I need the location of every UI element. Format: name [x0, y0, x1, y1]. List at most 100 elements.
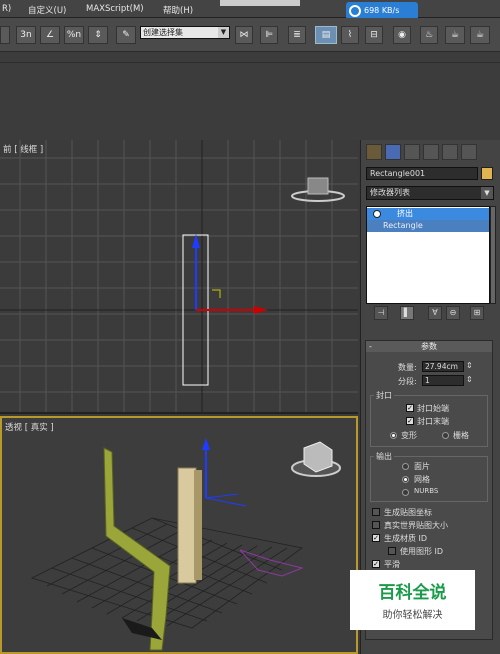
modifier-stack: 挤出 Rectangle: [366, 206, 490, 304]
stack-item-extrude[interactable]: 挤出: [367, 208, 489, 220]
grid-radio[interactable]: [442, 432, 449, 439]
segments-spinner-arrows[interactable]: ⇕: [466, 375, 473, 384]
spinner-snap-button[interactable]: ⇕: [88, 26, 108, 44]
extruded-rectangle-side: [194, 470, 202, 580]
collapse-icon: -: [369, 342, 372, 351]
use-shape-ids-label: 使用图形 ID: [400, 547, 444, 556]
align-icon: ⊫: [265, 30, 273, 40]
named-selection-set-dropdown[interactable]: 创建选择集 ▼: [140, 26, 230, 39]
real-world-map-checkbox[interactable]: [372, 521, 380, 529]
persp-gizmo-x[interactable]: [205, 493, 239, 499]
menu-item-maxscript[interactable]: MAXScript(M): [86, 4, 144, 14]
display-tab-icon[interactable]: [442, 144, 458, 160]
menu-item-help[interactable]: 帮助(H): [163, 4, 193, 16]
stack-item-extrude-label: 挤出: [397, 209, 413, 218]
curve-editor-button[interactable]: ⌇: [341, 26, 359, 44]
viewport-front[interactable]: 前 [ 线框 ]: [0, 140, 358, 414]
configure-modifier-sets-button[interactable]: ⊞: [470, 306, 484, 320]
extruded-rectangle-object[interactable]: [177, 467, 197, 584]
viewcube-front[interactable]: [291, 177, 345, 202]
quick-render-button[interactable]: ☕: [470, 26, 490, 44]
cap-end-checkbox[interactable]: ✓: [406, 417, 414, 425]
menu-item-customize[interactable]: 自定义(U): [28, 4, 66, 16]
stack-item-rectangle-label: Rectangle: [383, 221, 423, 230]
lightbulb-icon[interactable]: [373, 210, 381, 218]
modifier-list-label: 修改器列表: [370, 188, 410, 197]
schematic-view-button[interactable]: ⊟: [365, 26, 383, 44]
gizmo-x-arrow[interactable]: [254, 306, 268, 314]
amount-label: 数量:: [398, 363, 417, 372]
pencil-icon: ✎: [122, 30, 130, 40]
amount-spinner-arrows[interactable]: ⇕: [466, 361, 473, 370]
stack-button-row: ⊣ ▌ ∀ ⊖ ⊞: [366, 306, 496, 322]
pin-stack-button[interactable]: ⊣: [374, 306, 388, 320]
object-color-swatch[interactable]: [481, 167, 493, 180]
select-tool-button[interactable]: [0, 26, 10, 44]
segments-spinner[interactable]: 1: [422, 375, 464, 386]
stack-scrollbar[interactable]: [490, 206, 496, 304]
mirror-button[interactable]: ⋈: [235, 26, 253, 44]
output-patch-radio[interactable]: [402, 463, 409, 470]
output-nurbs-radio[interactable]: [402, 489, 409, 496]
material-sphere-icon: ◉: [398, 30, 406, 40]
persp-gizmo-z-arrow[interactable]: [202, 438, 210, 450]
modify-tab-icon[interactable]: [385, 144, 401, 160]
render-frame-button[interactable]: ☕: [445, 26, 465, 44]
edit-named-selection-button[interactable]: ✎: [116, 26, 136, 44]
hierarchy-tab-icon[interactable]: [404, 144, 420, 160]
output-patch-label: 面片: [414, 462, 430, 471]
viewport-perspective[interactable]: 透视 [ 真实 ]: [0, 416, 358, 654]
perspective-viewport-canvas: [30, 438, 341, 651]
modifier-list-dropdown[interactable]: 修改器列表 ▼: [366, 186, 494, 200]
front-viewport-canvas: [0, 140, 358, 412]
angle-snap-button[interactable]: ∠: [40, 26, 60, 44]
motion-tab-icon[interactable]: [423, 144, 439, 160]
segments-label: 分段:: [398, 377, 417, 386]
object-name-field[interactable]: Rectangle001: [366, 167, 478, 180]
menu-bar: R) 自定义(U) MAXScript(M) 帮助(H): [0, 0, 500, 18]
menu-item-rendering[interactable]: R): [2, 4, 11, 14]
cap-start-checkbox[interactable]: ✓: [406, 404, 414, 412]
parameters-rollout-header[interactable]: - 参数: [366, 341, 492, 352]
smooth-label: 平滑: [384, 560, 400, 569]
output-mesh-radio[interactable]: [402, 476, 409, 483]
smooth-checkbox[interactable]: ✓: [372, 560, 380, 568]
morph-radio[interactable]: [390, 432, 397, 439]
gen-map-coords-checkbox[interactable]: [372, 508, 380, 516]
ribbon-area: [0, 52, 500, 140]
material-editor-button[interactable]: ◉: [393, 26, 411, 44]
persp-gizmo-y[interactable]: [205, 497, 247, 507]
graphite-ribbon-button[interactable]: ▤: [315, 26, 337, 44]
make-unique-button[interactable]: ∀: [428, 306, 442, 320]
watermark-title: 百科全说: [378, 583, 447, 603]
utilities-tab-icon[interactable]: [461, 144, 477, 160]
amount-spinner[interactable]: 27.94cm: [422, 361, 464, 372]
extruded-shape-shadow-left: [103, 447, 171, 651]
spinner-snap-icon: ⇕: [94, 30, 102, 40]
layer-manager-button[interactable]: ≣: [288, 26, 306, 44]
align-button[interactable]: ⊫: [260, 26, 278, 44]
angle-snap-icon: ∠: [45, 30, 55, 40]
remove-modifier-button[interactable]: ⊖: [446, 306, 460, 320]
gen-mat-ids-label: 生成材质 ID: [384, 534, 428, 543]
gizmo-plane-handle[interactable]: [212, 289, 221, 298]
selection-set-value: 创建选择集: [143, 28, 183, 37]
mirror-icon: ⋈: [239, 30, 249, 40]
front-viewport-label[interactable]: 前 [ 线框 ]: [3, 143, 43, 155]
teapot-icon: ♨: [424, 30, 434, 40]
show-end-result-button[interactable]: ▌: [400, 306, 414, 320]
ribbon-icon: ▤: [321, 30, 331, 40]
curve-editor-icon: ⌇: [347, 30, 353, 40]
perspective-viewport-label[interactable]: 透视 [ 真实 ]: [5, 421, 54, 433]
create-tab-icon[interactable]: [366, 144, 382, 160]
viewcube-perspective[interactable]: [291, 441, 341, 477]
gen-mat-ids-checkbox[interactable]: ✓: [372, 534, 380, 542]
use-shape-ids-checkbox[interactable]: [388, 547, 396, 555]
percent-snap-button[interactable]: %n: [64, 26, 84, 44]
stack-item-rectangle[interactable]: Rectangle: [367, 220, 489, 232]
schematic-icon: ⊟: [370, 30, 378, 40]
render-setup-button[interactable]: ♨: [420, 26, 438, 44]
output-nurbs-label: NURBS: [414, 487, 439, 495]
main-toolbar: 3n ∠ %n ⇕ ✎ 创建选择集 ▼ ⋈ ⊫ ≣ ▤ ⌇ ⊟ ◉ ♨ ☕ ☕: [0, 18, 500, 52]
snap-3d-button[interactable]: 3n: [16, 26, 36, 44]
